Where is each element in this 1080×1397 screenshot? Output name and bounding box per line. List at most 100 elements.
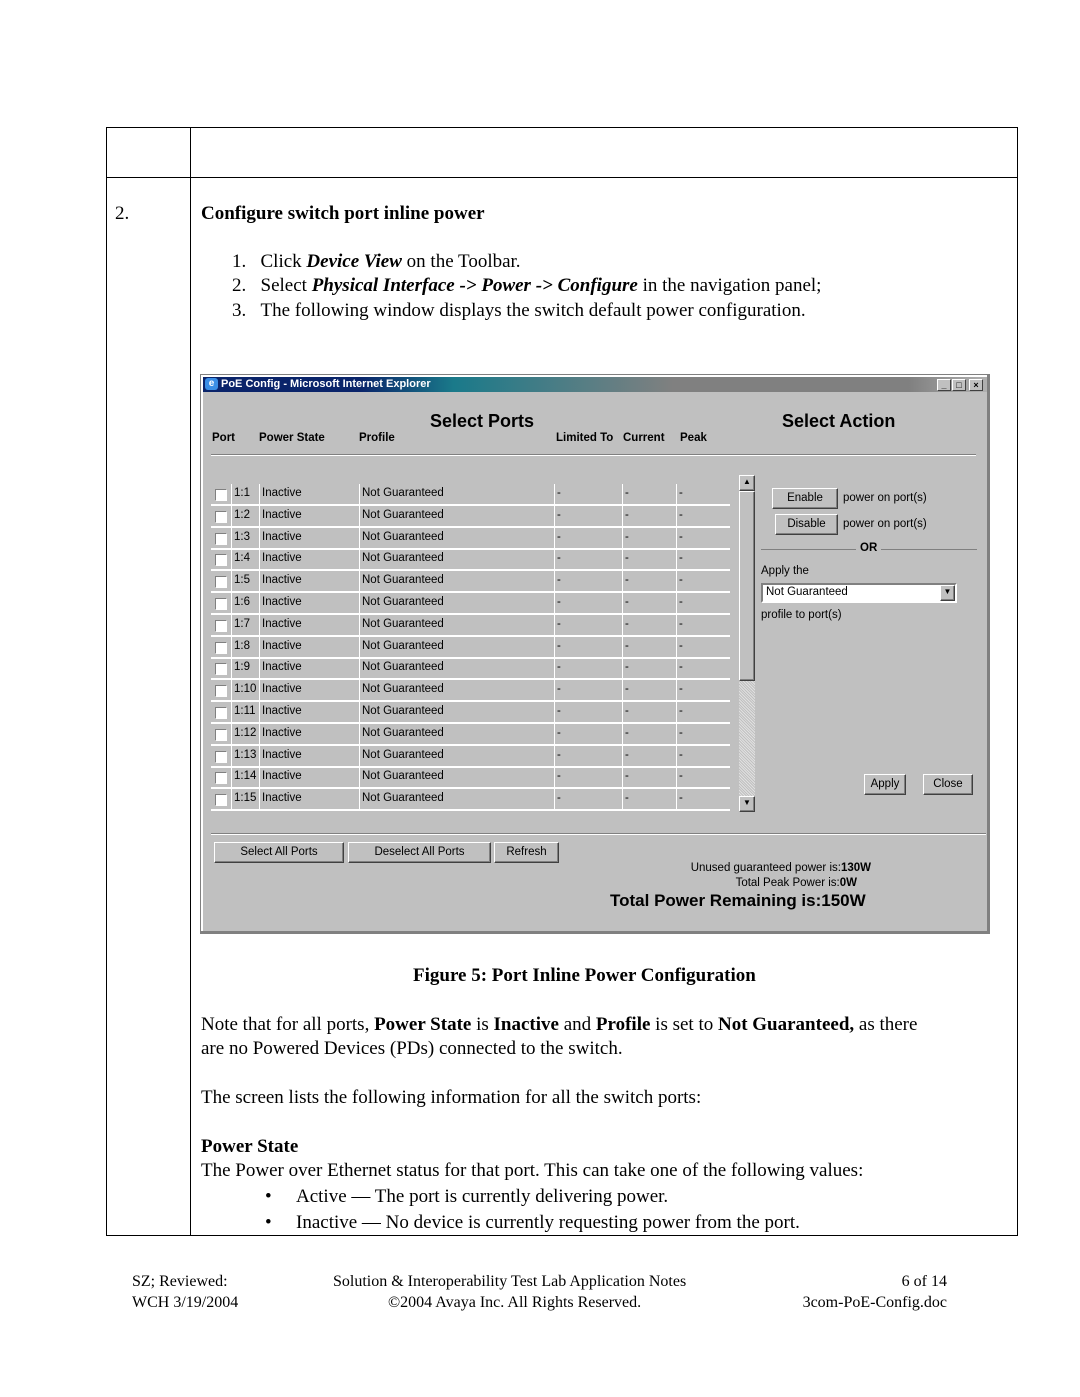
col-power-state: Power State <box>259 432 325 444</box>
text: on the Toolbar. <box>401 251 521 272</box>
or-label: OR <box>856 542 882 554</box>
cell-limited: - <box>554 484 622 504</box>
peak-value: 0W <box>839 877 857 889</box>
port-checkbox[interactable] <box>215 707 227 719</box>
cell-peak: - <box>676 505 730 526</box>
cell-state: Inactive <box>259 680 359 701</box>
cell-peak: - <box>676 702 730 722</box>
port-checkbox[interactable] <box>215 728 227 741</box>
cell-profile: Not Guaranteed <box>359 702 554 722</box>
port-row[interactable]: 1:2 Inactive Not Guaranteed - - - <box>211 505 730 528</box>
chevron-down-icon[interactable]: ▼ <box>940 585 955 601</box>
cell-port: 1:1 <box>231 484 258 504</box>
cell-limited: - <box>554 549 622 570</box>
port-checkbox[interactable] <box>215 663 227 676</box>
close-button[interactable]: Close <box>923 774 973 795</box>
close-icon[interactable]: × <box>969 379 983 391</box>
table-border-right <box>1017 127 1018 1236</box>
scroll-thumb[interactable] <box>739 491 755 681</box>
port-checkbox[interactable] <box>215 772 227 785</box>
deselect-all-ports-button[interactable]: Deselect All Ports <box>348 842 491 863</box>
cell-peak: - <box>676 680 730 701</box>
cell-state: Inactive <box>259 658 359 679</box>
cell-state: Inactive <box>259 745 359 766</box>
port-checkbox[interactable] <box>215 794 227 807</box>
cell-port: 1:10 <box>231 680 258 701</box>
cell-limited: - <box>554 745 622 766</box>
cell-port: 1:3 <box>231 527 258 548</box>
port-row[interactable]: 1:8 Inactive Not Guaranteed - - - <box>211 636 730 659</box>
refresh-button[interactable]: Refresh <box>494 842 559 863</box>
cell-limited: - <box>554 789 622 810</box>
port-row[interactable]: 1:4 Inactive Not Guaranteed - - - <box>211 549 730 572</box>
port-row[interactable]: 1:13 Inactive Not Guaranteed - - - <box>211 745 730 768</box>
col-current: Current <box>623 432 665 444</box>
emphasis: Physical Interface -> Power -> Configure <box>311 275 638 296</box>
port-checkbox[interactable] <box>215 685 227 698</box>
step-title: Configure switch port inline power <box>201 203 485 224</box>
bullet-icon: • <box>265 1186 272 1207</box>
peak-label: Total Peak Power is: <box>735 877 840 889</box>
cell-state: Inactive <box>259 702 359 722</box>
minimize-icon[interactable]: _ <box>937 379 951 391</box>
cell-current: - <box>622 658 676 679</box>
port-row[interactable]: 1:15 Inactive Not Guaranteed - - - <box>211 789 730 812</box>
bottom-divider <box>211 833 986 835</box>
disable-button[interactable]: Disable <box>775 514 838 535</box>
port-checkbox[interactable] <box>215 598 227 610</box>
select-all-ports-button[interactable]: Select All Ports <box>214 842 344 863</box>
footer-right-1: 6 of 14 <box>901 1273 947 1290</box>
port-checkbox[interactable] <box>215 576 227 589</box>
port-row[interactable]: 1:10 Inactive Not Guaranteed - - - <box>211 680 730 703</box>
bullet-active: Active — The port is currently deliverin… <box>296 1186 669 1207</box>
port-row[interactable]: 1:1 Inactive Not Guaranteed - - - <box>211 484 730 506</box>
port-row[interactable]: 1:12 Inactive Not Guaranteed - - - <box>211 723 730 746</box>
cell-current: - <box>622 571 676 592</box>
cell-peak: - <box>676 636 730 657</box>
emphasis: Device View <box>306 251 402 272</box>
enable-button[interactable]: Enable <box>772 488 838 509</box>
port-row[interactable]: 1:3 Inactive Not Guaranteed - - - <box>211 527 730 550</box>
cell-state: Inactive <box>259 614 359 635</box>
port-row[interactable]: 1:9 Inactive Not Guaranteed - - - <box>211 658 730 681</box>
cell-peak: - <box>676 614 730 635</box>
cell-port: 1:12 <box>231 723 258 744</box>
port-checkbox[interactable] <box>215 489 227 501</box>
table-border-top <box>106 127 1018 128</box>
t: and <box>558 1014 596 1035</box>
cell-state: Inactive <box>259 593 359 613</box>
table-border-left <box>106 127 107 1236</box>
cell-profile: Not Guaranteed <box>359 527 554 548</box>
port-table-scrollbar[interactable]: ▲ ▼ <box>739 475 755 812</box>
port-row[interactable]: 1:5 Inactive Not Guaranteed - - - <box>211 571 730 594</box>
power-state-desc: The Power over Ethernet status for that … <box>201 1160 864 1181</box>
scroll-up-icon[interactable]: ▲ <box>739 475 755 491</box>
maximize-icon[interactable]: □ <box>952 379 966 391</box>
col-limited-to: Limited To <box>556 432 614 444</box>
port-checkbox[interactable] <box>215 750 227 763</box>
scroll-down-icon[interactable]: ▼ <box>739 796 755 812</box>
port-checkbox[interactable] <box>215 619 227 632</box>
cell-limited: - <box>554 658 622 679</box>
profile-select[interactable]: Not Guaranteed ▼ <box>761 583 957 603</box>
port-row[interactable]: 1:7 Inactive Not Guaranteed - - - <box>211 614 730 637</box>
total-power-remaining: Total Power Remaining is:150W <box>610 891 866 910</box>
port-checkbox[interactable] <box>215 510 227 523</box>
port-row[interactable]: 1:11 Inactive Not Guaranteed - - - <box>211 702 730 724</box>
footer-right-2: 3com-PoE-Config.doc <box>802 1294 947 1311</box>
apply-button[interactable]: Apply <box>864 774 906 795</box>
cell-peak: - <box>676 789 730 810</box>
cell-peak: - <box>676 571 730 592</box>
cell-limited: - <box>554 702 622 722</box>
port-row[interactable]: 1:6 Inactive Not Guaranteed - - - <box>211 593 730 615</box>
port-checkbox[interactable] <box>215 554 227 567</box>
cell-profile: Not Guaranteed <box>359 484 554 504</box>
port-checkbox[interactable] <box>215 641 227 654</box>
cell-profile: Not Guaranteed <box>359 745 554 766</box>
unused-label: Unused guaranteed power is: <box>690 862 841 874</box>
step-number: 2. <box>115 203 130 224</box>
port-checkbox[interactable] <box>215 532 227 545</box>
port-row[interactable]: 1:14 Inactive Not Guaranteed - - - <box>211 767 730 790</box>
cell-peak: - <box>676 549 730 570</box>
text: Click <box>260 251 307 272</box>
